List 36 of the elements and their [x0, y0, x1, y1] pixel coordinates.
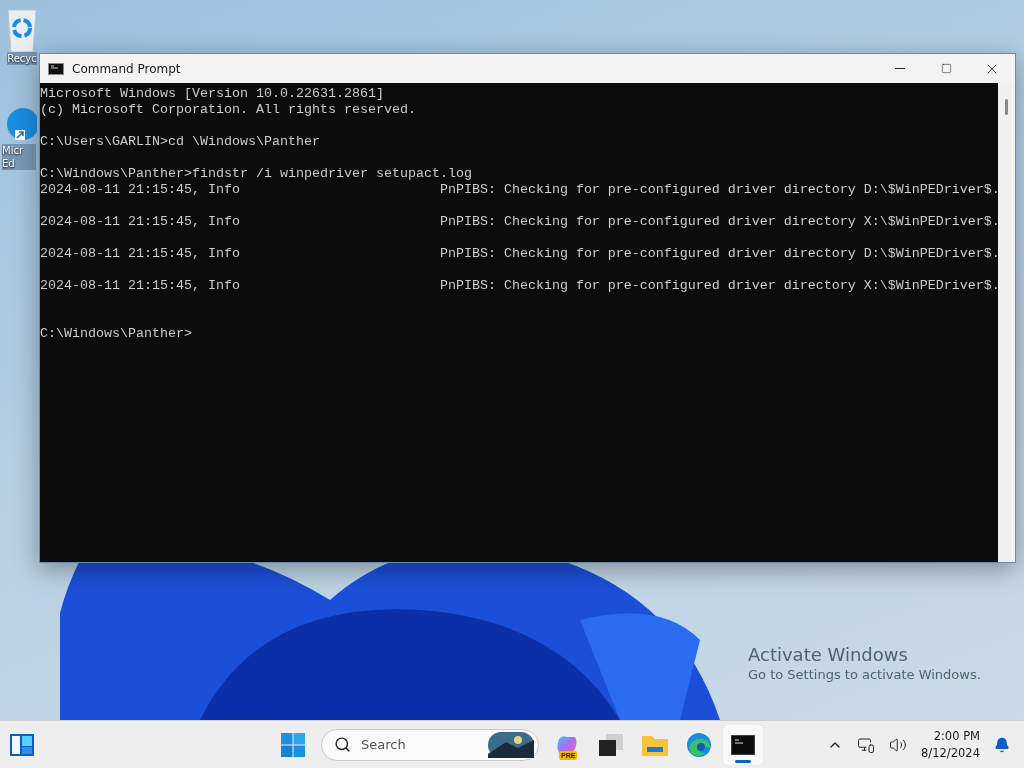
- search-icon: [334, 736, 351, 753]
- task-view-icon: [599, 733, 623, 756]
- windows-logo-icon: [281, 732, 305, 757]
- network-icon[interactable]: [857, 735, 876, 754]
- widgets-icon: [10, 733, 34, 756]
- edge-icon: [686, 731, 712, 758]
- console-line: 2024-08-11 21:15:45, Info PnPIBS: Checking for pre-configured driver directory D:\$WinPEDriver$.: [40, 246, 998, 262]
- console-line: 2024-08-11 21:15:45, Info PnPIBS: Checking for pre-configured driver directory X:\$WinPEDriver$.: [40, 278, 998, 294]
- folder-icon: [642, 733, 668, 756]
- scrollbar[interactable]: [998, 83, 1015, 562]
- console-line: 2024-08-11 21:15:45, Info PnPIBS: Checking for pre-configured driver directory D:\$WinPEDriver$.: [40, 182, 998, 198]
- minimize-icon: [895, 68, 905, 69]
- copilot-icon: [556, 734, 578, 755]
- search-input[interactable]: Search: [359, 736, 480, 753]
- search-field[interactable]: Search: [321, 728, 539, 761]
- volume-icon[interactable]: [889, 735, 908, 754]
- clock-date[interactable]: 8/12/2024: [921, 744, 980, 762]
- terminal-icon: [731, 734, 755, 755]
- console-icon: [48, 62, 64, 75]
- clock-time[interactable]: 2:00 PM: [933, 727, 980, 745]
- console-line: (c) Microsoft Corporation. All rights reserved.: [40, 102, 417, 118]
- scroll-thumb[interactable]: [1005, 99, 1008, 115]
- console-line: Microsoft Windows [Version 10.0.22631.2861]: [40, 86, 385, 102]
- active-indicator: [735, 759, 751, 763]
- notification-bell-icon[interactable]: [994, 736, 1010, 753]
- activation-message: Go to Settings to activate Windows.: [748, 666, 981, 684]
- window-title: Command Prompt: [72, 61, 182, 76]
- console-line: C:\Users\GARLIN>cd \Windows\Panther: [40, 134, 321, 150]
- console-line: 2024-08-11 21:15:45, Info PnPIBS: Checking for pre-configured driver directory X:\$WinPEDriver$.: [40, 214, 998, 230]
- taskbar-app-button[interactable]: [723, 724, 763, 765]
- maximize-icon: [940, 63, 952, 74]
- command-prompt-line: C:\Windows\Panther>: [40, 326, 193, 342]
- console-line: C:\Windows\Panther>findstr /i winpedriver setupact.log: [40, 166, 473, 182]
- activation-title: Activate Windows: [748, 644, 909, 666]
- recycle-bin-icon: [5, 8, 39, 52]
- landscape-highlight-icon: [488, 731, 534, 758]
